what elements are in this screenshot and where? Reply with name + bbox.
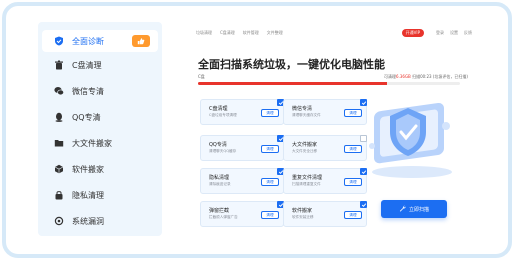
- card-description: 清理聊天QQ缓存: [209, 149, 237, 153]
- wrench-icon: [399, 205, 406, 214]
- card-title: QQ专清: [209, 142, 227, 148]
- shield-check-icon: [54, 36, 64, 46]
- start-scan-button[interactable]: 立即扫描: [381, 200, 447, 218]
- sidebar-item-full-diagnosis[interactable]: 全面诊断: [42, 30, 158, 52]
- card-clean-button[interactable]: 清理: [261, 109, 279, 117]
- sidebar-item-label: 软件搬家: [72, 164, 104, 174]
- card-description: 清理聊天缓存文件: [292, 113, 321, 117]
- login-button[interactable]: 登录: [436, 30, 444, 36]
- clean-option-card[interactable]: 重复文件清理 扫描清理重复文件 清理: [283, 168, 367, 194]
- clean-option-card[interactable]: 大文件搬家 大文件安全迁移 清理: [283, 135, 367, 161]
- sidebar-item-label: 隐私清理: [72, 190, 104, 200]
- status-prefix: 可清理: [384, 74, 397, 79]
- sidebar-item-wechat-clean[interactable]: 微信专清: [42, 80, 158, 102]
- card-clean-button[interactable]: 清理: [261, 211, 279, 219]
- shield-illustration: [369, 102, 452, 178]
- top-links: 垃圾清理 C盘清理 软件管理 文件整理: [196, 30, 402, 36]
- card-checkbox[interactable]: [360, 201, 367, 208]
- clean-option-card[interactable]: QQ专清 清理聊天QQ缓存 清理: [200, 135, 284, 161]
- clean-option-card[interactable]: 微信专清 清理聊天缓存文件 清理: [283, 99, 367, 125]
- scan-progress-fill: [198, 82, 387, 85]
- clean-option-card[interactable]: 软件搬家 软件安装迁移 清理: [283, 201, 367, 227]
- clean-option-card[interactable]: C盘清理 C盘垃圾专项清理 清理: [200, 99, 284, 125]
- trash-icon: [54, 60, 64, 70]
- thumbs-up-icon: [132, 35, 150, 47]
- sidebar: 全面诊断 C盘清理 微信专清 QQ专清 大文件搬家 软件搬家 隐私清理 系统漏洞: [38, 22, 162, 236]
- privacy-icon: [54, 190, 64, 200]
- scan-progress-bar: [198, 82, 460, 85]
- sidebar-item-label: 大文件搬家: [72, 138, 112, 148]
- card-title: 重复文件清理: [292, 175, 323, 181]
- vip-badge[interactable]: 开通VIP: [401, 29, 424, 37]
- top-link[interactable]: C盘清理: [220, 30, 235, 36]
- feedback-button[interactable]: 反馈: [464, 30, 472, 36]
- card-clean-button[interactable]: 清理: [344, 211, 362, 219]
- bug-icon: [54, 216, 64, 226]
- sidebar-item-label: QQ专清: [72, 112, 101, 122]
- top-link[interactable]: 垃圾清理: [196, 30, 212, 36]
- sidebar-item-c-drive-clean[interactable]: C盘清理: [42, 54, 158, 76]
- card-clean-button[interactable]: 清理: [261, 178, 279, 186]
- scan-status-row: C盘 可清理6.36GB 扫描00:23 (垃圾评估，已扫描): [198, 74, 468, 80]
- top-toolbar: 垃圾清理 C盘清理 软件管理 文件整理 开通VIP 登录 设置 反馈: [196, 28, 472, 38]
- status-rest: 扫描00:23 (垃圾评估，已扫描): [412, 74, 468, 79]
- card-description: 扫描清理重复文件: [292, 182, 321, 186]
- check-icon: [361, 202, 366, 207]
- card-description: 大文件安全迁移: [292, 149, 318, 153]
- sidebar-item-label: C盘清理: [72, 60, 102, 70]
- start-scan-label: 立即扫描: [408, 206, 429, 213]
- sidebar-item-label: 全面诊断: [72, 36, 104, 46]
- card-description: C盘垃圾专项清理: [209, 113, 237, 117]
- sidebar-item-software-move[interactable]: 软件搬家: [42, 158, 158, 180]
- sidebar-item-qq-clean[interactable]: QQ专清: [42, 106, 158, 128]
- qq-icon: [54, 112, 64, 122]
- top-link[interactable]: 文件整理: [267, 30, 283, 36]
- sidebar-item-large-file-move[interactable]: 大文件搬家: [42, 132, 158, 154]
- card-description: 软件安装迁移: [292, 215, 314, 219]
- sidebar-item-privacy-clean[interactable]: 隐私清理: [42, 184, 158, 206]
- card-title: 隐私清理: [209, 175, 230, 181]
- sidebar-item-label: 系统漏洞: [72, 216, 104, 226]
- card-description: 拦截烦人弹窗广告: [209, 215, 238, 219]
- card-title: 软件搬家: [292, 208, 313, 214]
- sidebar-item-label: 微信专清: [72, 86, 104, 96]
- folder-icon: [54, 138, 64, 148]
- status-size: 6.36GB: [396, 74, 411, 79]
- top-link[interactable]: 软件管理: [243, 30, 259, 36]
- page-title: 全面扫描系统垃圾，一键优化电脑性能: [198, 58, 385, 71]
- disk-label: C盘: [198, 74, 205, 79]
- card-title: 弹窗拦截: [209, 208, 230, 214]
- sidebar-item-system-vulnerability[interactable]: 系统漏洞: [42, 210, 158, 232]
- settings-button[interactable]: 设置: [450, 30, 458, 36]
- box-icon: [54, 164, 64, 174]
- clean-option-card[interactable]: 隐私清理 清除痕迹记录 清理: [200, 168, 284, 194]
- clean-option-card[interactable]: 弹窗拦截 拦截烦人弹窗广告 清理: [200, 201, 284, 227]
- card-title: 大文件搬家: [292, 142, 318, 148]
- card-title: 微信专清: [292, 106, 313, 112]
- card-clean-button[interactable]: 清理: [261, 145, 279, 153]
- card-description: 清除痕迹记录: [209, 182, 231, 186]
- card-title: C盘清理: [209, 106, 228, 112]
- scan-status: 可清理6.36GB 扫描00:23 (垃圾评估，已扫描): [384, 74, 468, 80]
- wechat-icon: [54, 86, 64, 96]
